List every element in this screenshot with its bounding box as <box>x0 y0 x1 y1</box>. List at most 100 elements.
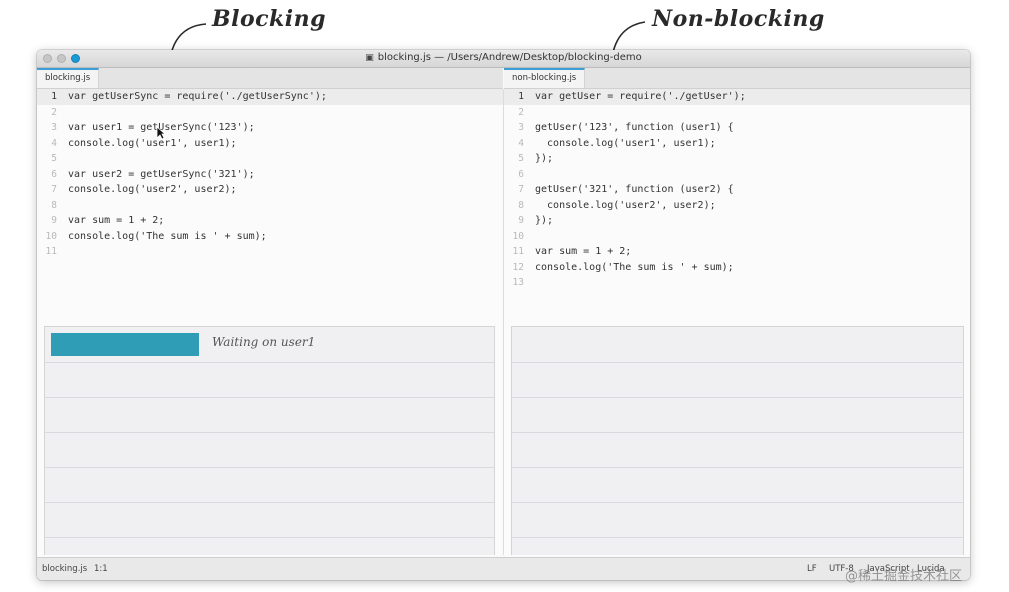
tab-bar-left: blocking.js <box>37 68 503 89</box>
editor-window: ▣ blocking.js — /Users/Andrew/Desktop/blo… <box>37 50 970 580</box>
tab-bar-right: non-blocking.js <box>504 68 970 89</box>
tab-blocking-js[interactable]: blocking.js <box>37 68 100 88</box>
code-line[interactable]: 1 var getUserSync = require('./getUserSyn… <box>37 89 503 105</box>
window-title-text: blocking.js — /Users/Andrew/Desktop/bloc… <box>377 52 642 63</box>
timeline-row <box>45 432 494 468</box>
code-line[interactable]: 9}); <box>504 213 970 229</box>
timeline-row <box>512 327 963 363</box>
line-number: 11 <box>512 246 524 257</box>
code-line[interactable]: 3 var user1 = getUserSync('123'); <box>37 120 503 136</box>
line-number: 5 <box>518 153 524 164</box>
line-number: 4 <box>518 137 524 149</box>
code-line[interactable]: 6 var user2 = getUserSync('321'); <box>37 167 503 183</box>
code-line[interactable]: 5}); <box>504 151 970 167</box>
line-number: 3 <box>518 122 524 133</box>
code-text[interactable]: }); <box>535 151 553 167</box>
line-number: 9 <box>518 215 524 226</box>
line-number: 6 <box>518 168 524 180</box>
timeline-row <box>512 467 963 503</box>
timeline-row <box>512 502 963 538</box>
timeline-row <box>45 502 494 538</box>
code-text[interactable]: var sum = 1 + 2; <box>535 244 631 260</box>
code-line[interactable]: 11 var sum = 1 + 2; <box>504 244 970 260</box>
code-line[interactable]: 5 <box>37 151 503 167</box>
code-line[interactable]: 2 <box>504 105 970 121</box>
line-number: 1 <box>51 91 57 102</box>
non-blocking-annotation: Non-blocking <box>652 6 825 32</box>
line-number: 8 <box>518 199 524 211</box>
blocking-annotation: Blocking <box>212 6 326 32</box>
line-number: 9 <box>51 215 57 226</box>
code-line[interactable]: 6 <box>504 167 970 183</box>
status-bar: blocking.js 1:1 LF UTF-8 JavaScript Luci… <box>37 557 970 580</box>
timeline-row <box>512 397 963 433</box>
code-line[interactable]: 4 console.log('user1', user1); <box>504 136 970 152</box>
code-text[interactable]: console.log('The sum is ' + sum); <box>535 260 734 276</box>
window-title: ▣ blocking.js — /Users/Andrew/Desktop/blo… <box>37 52 970 63</box>
code-line[interactable]: 8 console.log('user2', user2); <box>504 198 970 214</box>
mouse-cursor-icon <box>156 126 166 140</box>
code-line[interactable]: 10 console.log('The sum is ' + sum); <box>37 229 503 245</box>
title-bar: ▣ blocking.js — /Users/Andrew/Desktop/blo… <box>37 50 970 68</box>
timeline-row <box>45 467 494 503</box>
status-file[interactable]: blocking.js <box>42 558 87 580</box>
line-number: 13 <box>512 277 524 288</box>
code-line[interactable]: 10 <box>504 229 970 245</box>
code-line[interactable]: 2 <box>37 105 503 121</box>
code-line[interactable]: 13 <box>504 275 970 291</box>
waiting-progress-bar <box>51 333 199 356</box>
timeline-row <box>45 362 494 398</box>
line-number: 5 <box>51 153 57 164</box>
code-line[interactable]: 9 var sum = 1 + 2; <box>37 213 503 229</box>
code-line[interactable]: 4 console.log('user1', user1); <box>37 136 503 152</box>
tab-non-blocking-js[interactable]: non-blocking.js <box>504 68 586 88</box>
code-line[interactable]: 7 getUser('321', function (user2) { <box>504 182 970 198</box>
line-number: 3 <box>51 122 57 133</box>
line-number: 11 <box>45 246 57 257</box>
code-line[interactable]: 11 <box>37 244 503 260</box>
code-text[interactable]: var user2 = getUserSync('321'); <box>68 167 255 183</box>
code-text[interactable]: console.log('The sum is ' + sum); <box>68 229 267 245</box>
status-cursor-position[interactable]: 1:1 <box>94 558 108 580</box>
timeline-blocking: Waiting on user1 1234567 <box>44 326 495 555</box>
timeline-row <box>45 397 494 433</box>
waiting-label: Waiting on user1 <box>212 335 316 349</box>
line-number: 2 <box>51 106 57 118</box>
editor-pane-blocking[interactable]: 1 var getUserSync = require('./getUserSyn… <box>37 89 504 555</box>
editor-pane-non-blocking[interactable]: 1 var getUser = require('./getUser'); 2 3 ge… <box>504 89 970 555</box>
code-text[interactable]: console.log('user1', user1); <box>68 136 237 152</box>
code-text[interactable]: getUser('123', function (user1) { <box>535 120 734 136</box>
timeline-non-blocking: 1234567 <box>511 326 964 555</box>
line-number: 4 <box>51 137 57 149</box>
line-number: 7 <box>518 184 524 195</box>
timeline-row: Waiting on user1 <box>45 327 494 363</box>
code-text[interactable]: console.log('user2', user2); <box>68 182 237 198</box>
code-text[interactable]: getUser('321', function (user2) { <box>535 182 734 198</box>
line-number: 7 <box>51 184 57 195</box>
code-line[interactable]: 7 console.log('user2', user2); <box>37 182 503 198</box>
code-text[interactable]: console.log('user2', user2); <box>535 198 716 214</box>
watermark: @稀土掘金技术社区 <box>845 569 963 584</box>
line-number: 10 <box>512 230 524 242</box>
code-line[interactable]: 3 getUser('123', function (user1) { <box>504 120 970 136</box>
line-number: 6 <box>51 168 57 180</box>
status-line-ending[interactable]: LF <box>807 558 817 580</box>
line-number: 8 <box>51 199 57 211</box>
code-area-non-blocking[interactable]: 1 var getUser = require('./getUser'); 2 3 ge… <box>504 89 970 291</box>
timeline-row <box>512 432 963 468</box>
line-number: 1 <box>518 91 524 102</box>
timeline-row <box>512 362 963 398</box>
code-area-blocking[interactable]: 1 var getUserSync = require('./getUserSyn… <box>37 89 503 260</box>
document-icon: ▣ <box>365 53 374 63</box>
line-number: 2 <box>518 106 524 118</box>
code-text[interactable]: var getUser = require('./getUser'); <box>535 89 746 105</box>
code-line[interactable]: 12 console.log('The sum is ' + sum); <box>504 260 970 276</box>
code-text[interactable]: }); <box>535 213 553 229</box>
code-text[interactable]: var getUserSync = require('./getUserSync… <box>68 89 327 105</box>
code-text[interactable]: console.log('user1', user1); <box>535 136 716 152</box>
line-number: 12 <box>512 261 524 273</box>
line-number: 10 <box>45 230 57 242</box>
code-line[interactable]: 8 <box>37 198 503 214</box>
code-text[interactable]: var sum = 1 + 2; <box>68 213 164 229</box>
code-line[interactable]: 1 var getUser = require('./getUser'); <box>504 89 970 105</box>
